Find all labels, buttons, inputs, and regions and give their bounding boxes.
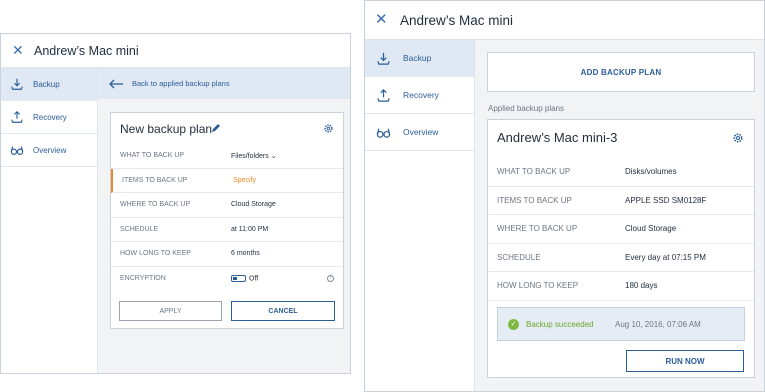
sidebar-item-recovery[interactable]: Recovery [1,101,97,134]
row-label: HOW LONG TO KEEP [120,250,191,258]
row-value: 180 days [625,281,658,291]
row-label: ITEMS TO BACK UP [497,195,572,205]
sidebar-item-label: Overview [33,145,67,155]
recovery-icon [377,88,390,102]
row-schedule[interactable]: SCHEDULE at 11:00 PM [111,218,343,242]
row-value: APPLE SSD SM0128F [625,195,707,205]
row-label: ITEMS TO BACK UP [122,176,188,184]
recovery-icon [11,110,23,123]
window-title: Andrew’s Mac mini [400,13,514,28]
row-where-to-back-up: WHERE TO BACK UP Cloud Storage [488,215,754,244]
right-titlebar: ✕ Andrew’s Mac mini [365,1,764,40]
row-label: SCHEDULE [120,225,159,233]
cancel-button[interactable]: CANCEL [231,301,335,321]
plan-title: New backup plan [120,122,213,136]
row-where-to-back-up[interactable]: WHERE TO BACK UP Cloud Storage [111,193,343,218]
backup-plan-editor: New backup plan WHAT TO BACK UP Files/fo… [110,112,344,329]
gear-icon[interactable] [323,123,334,134]
row-items-to-back-up[interactable]: ITEMS TO BACK UP Specify [111,168,343,193]
left-titlebar: ✕ Andrew’s Mac mini [1,34,350,68]
row-value[interactable]: Cloud Storage [231,201,276,208]
sidebar-item-label: Backup [33,79,60,89]
row-value[interactable]: at 11:00 PM [231,226,268,233]
row-encryption[interactable]: ENCRYPTION Off i [111,267,343,292]
sidebar-item-backup[interactable]: Backup [365,40,474,77]
row-label: HOW LONG TO KEEP [497,281,579,291]
applied-plans-heading: Applied backup plans [488,104,565,113]
backup-status: ✓ Backup succeeded Aug 10, 2016, 07:06 A… [497,307,745,341]
sidebar-item-overview[interactable]: Overview [365,114,474,151]
status-timestamp: Aug 10, 2016, 07:06 AM [615,319,701,329]
backup-icon [11,78,23,90]
close-icon[interactable]: ✕ [12,43,24,57]
sidebar-item-recovery[interactable]: Recovery [365,77,474,114]
check-circle-icon: ✓ [508,318,519,330]
encryption-toggle[interactable]: Off [231,275,258,282]
sidebar-item-label: Backup [403,53,432,63]
row-how-long-to-keep[interactable]: HOW LONG TO KEEP 6 months [111,242,343,267]
status-text: Backup succeeded [526,319,594,329]
row-label: WHERE TO BACK UP [120,201,191,209]
sidebar-item-label: Recovery [33,112,67,122]
toggle-switch [231,275,246,283]
right-sidebar: Backup Recovery Overview [365,40,475,391]
row-value[interactable]: Files/folders ⌄ [231,152,277,160]
row-what-to-back-up[interactable]: WHAT TO BACK UP Files/folders ⌄ [111,144,343,169]
arrow-left-icon [109,79,123,88]
sidebar-item-backup[interactable]: Backup [1,68,97,101]
sidebar-item-overview[interactable]: Overview [1,134,97,167]
window-title: Andrew’s Mac mini [34,44,139,58]
pencil-icon[interactable] [211,123,221,133]
backup-icon [377,52,390,65]
back-link-label: Back to applied backup plans [132,79,230,88]
plan-title: Andrew’s Mac mini-3 [497,130,618,145]
row-how-long-to-keep: HOW LONG TO KEEP 180 days [488,272,754,301]
row-value: Every day at 07:15 PM [625,252,706,262]
row-label: WHAT TO BACK UP [120,152,185,160]
overview-icon [10,146,24,155]
sidebar-item-label: Recovery [403,90,439,100]
row-label: ENCRYPTION [120,275,166,283]
overview-icon [376,128,391,138]
row-value[interactable]: Specify [233,177,256,184]
sidebar-item-label: Overview [403,127,439,137]
run-now-button[interactable]: RUN NOW [626,350,744,372]
gear-icon[interactable] [732,132,744,144]
right-main: ADD BACKUP PLAN Applied backup plans And… [475,40,764,391]
chevron-down-icon: ⌄ [270,152,277,160]
row-items-to-back-up: ITEMS TO BACK UP APPLE SSD SM0128F [488,187,754,215]
add-backup-plan-button[interactable]: ADD BACKUP PLAN [487,52,755,92]
apply-button[interactable]: APPLY [119,301,222,321]
left-window: ✕ Andrew’s Mac mini Backup Recovery Over… [0,33,351,374]
row-label: WHAT TO BACK UP [497,167,571,177]
row-schedule: SCHEDULE Every day at 07:15 PM [488,244,754,272]
row-label: SCHEDULE [497,252,541,262]
applied-backup-plan: Andrew’s Mac mini-3 WHAT TO BACK UP Disk… [487,119,755,378]
left-sidebar: Backup Recovery Overview [1,68,98,373]
info-icon[interactable]: i [327,275,334,283]
right-window: ✕ Andrew’s Mac mini Backup Recovery Over… [364,0,765,392]
left-main: Back to applied backup plans New backup … [98,68,350,373]
row-value[interactable]: 6 months [231,250,260,257]
row-label: WHERE TO BACK UP [497,224,578,234]
back-link[interactable]: Back to applied backup plans [98,68,350,99]
row-what-to-back-up: WHAT TO BACK UP Disks/volumes [488,158,754,187]
row-value: Disks/volumes [625,167,677,177]
close-icon[interactable]: ✕ [375,12,388,27]
row-value: Cloud Storage [625,224,677,234]
